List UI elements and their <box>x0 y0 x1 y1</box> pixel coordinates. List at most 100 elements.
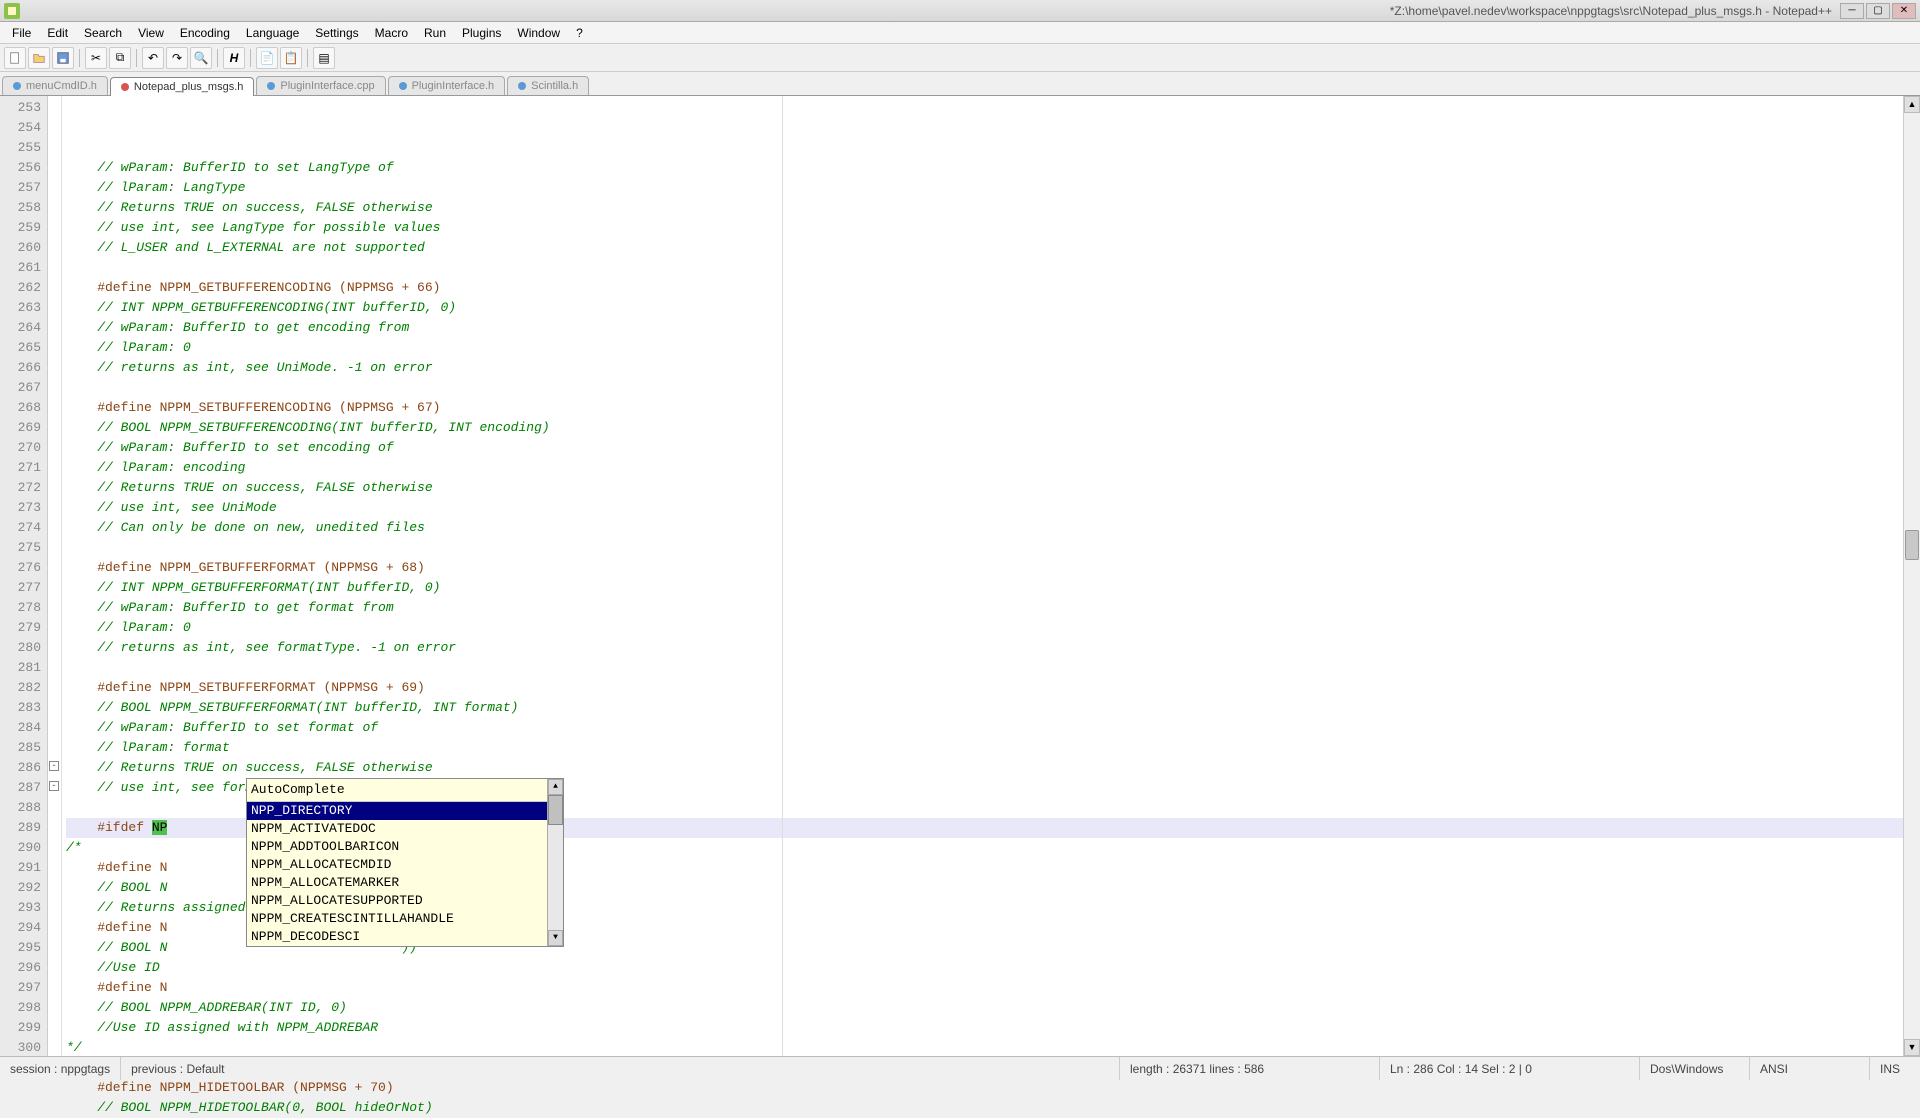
code-line[interactable]: // Returns TRUE on success, FALSE otherw… <box>66 758 1916 778</box>
menu-plugins[interactable]: Plugins <box>454 24 509 42</box>
tab-1[interactable]: Notepad_plus_msgs.h <box>110 77 254 96</box>
vertical-scrollbar[interactable]: ▲ ▼ <box>1903 96 1920 1056</box>
code-line[interactable]: #define NPPM_GETBUFFERENCODING (NPPMSG +… <box>66 278 1916 298</box>
code-content[interactable]: // wParam: BufferID to set LangType of /… <box>62 96 1920 1056</box>
autocomplete-item[interactable]: NPPM_CREATESCINTILLAHANDLE <box>247 910 547 928</box>
new-file-icon[interactable] <box>4 47 26 69</box>
autocomplete-item[interactable]: NPP_DIRECTORY <box>247 802 547 820</box>
code-line[interactable]: // lParam: 0 <box>66 338 1916 358</box>
autocomplete-item[interactable]: NPPM_ALLOCATESUPPORTED <box>247 892 547 910</box>
code-line[interactable]: //Use ID assigned with NPPM_ADDREBAR <box>66 1018 1916 1038</box>
fold-gutter[interactable]: -- <box>48 96 62 1056</box>
code-line[interactable]: // lParam: encoding <box>66 458 1916 478</box>
toolbar-btn-a[interactable]: 📄 <box>256 47 278 69</box>
menu-encoding[interactable]: Encoding <box>172 24 238 42</box>
fold-toggle-icon[interactable]: - <box>49 781 59 791</box>
code-line[interactable]: // lParam: LangType <box>66 178 1916 198</box>
code-line[interactable]: // use int, see UniMode <box>66 498 1916 518</box>
menu-edit[interactable]: Edit <box>39 24 76 42</box>
tab-3[interactable]: PluginInterface.h <box>388 76 506 95</box>
code-line[interactable]: // BOOL NPPM_SETBUFFERFORMAT(INT bufferI… <box>66 698 1916 718</box>
code-line[interactable]: #define NPPM_GETBUFFERFORMAT (NPPMSG + 6… <box>66 558 1916 578</box>
macro-record-icon[interactable]: H <box>223 47 245 69</box>
code-line[interactable]: // wParam: BufferID to get format from <box>66 598 1916 618</box>
tab-4[interactable]: Scintilla.h <box>507 76 589 95</box>
code-line[interactable] <box>66 538 1916 558</box>
minimize-button[interactable]: ─ <box>1840 3 1864 19</box>
autocomplete-item[interactable]: NPPM_ACTIVATEDOC <box>247 820 547 838</box>
tab-0[interactable]: menuCmdID.h <box>2 76 108 95</box>
code-line[interactable]: #define NPPM_SETBUFFERFORMAT (NPPMSG + 6… <box>66 678 1916 698</box>
scroll-up-icon[interactable]: ▲ <box>548 779 563 795</box>
menu-?[interactable]: ? <box>568 24 591 42</box>
scroll-down-icon[interactable]: ▼ <box>1904 1039 1920 1056</box>
maximize-button[interactable]: ▢ <box>1866 3 1890 19</box>
code-line[interactable]: // wParam: BufferID to set LangType of <box>66 158 1916 178</box>
scroll-down-icon[interactable]: ▼ <box>548 930 563 946</box>
autocomplete-item[interactable]: NPPM_ADDTOOLBARICON <box>247 838 547 856</box>
code-line[interactable]: #define NPPM_HIDETOOLBAR (NPPMSG + 70) <box>66 1078 1916 1098</box>
code-line[interactable]: // Can only be done on new, unedited fil… <box>66 518 1916 538</box>
code-line[interactable]: // BOOL NPPM_HIDETOOLBAR(0, BOOL hideOrN… <box>66 1098 1916 1118</box>
close-button[interactable]: ✕ <box>1892 3 1916 19</box>
autocomplete-item[interactable]: NPPM_ALLOCATEMARKER <box>247 874 547 892</box>
menu-run[interactable]: Run <box>416 24 454 42</box>
code-line[interactable]: // BOOL NPPM_SETBUFFERENCODING(INT buffe… <box>66 418 1916 438</box>
code-line[interactable]: // wParam: BufferID to set encoding of <box>66 438 1916 458</box>
status-bar: session : nppgtags previous : Default le… <box>0 1056 1920 1080</box>
scroll-track[interactable] <box>1904 113 1920 1039</box>
menu-view[interactable]: View <box>130 24 172 42</box>
code-line[interactable]: */ <box>66 1038 1916 1058</box>
open-file-icon[interactable] <box>28 47 50 69</box>
code-line[interactable] <box>66 258 1916 278</box>
scroll-thumb[interactable] <box>1905 530 1919 560</box>
redo-icon[interactable]: ↷ <box>166 47 188 69</box>
autocomplete-popup[interactable]: AutoCompleteNPP_DIRECTORYNPPM_ACTIVATEDO… <box>246 778 564 947</box>
code-line[interactable] <box>66 658 1916 678</box>
code-line[interactable]: // INT NPPM_GETBUFFERFORMAT(INT bufferID… <box>66 578 1916 598</box>
tab-bar: menuCmdID.hNotepad_plus_msgs.hPluginInte… <box>0 72 1920 96</box>
code-line[interactable]: // BOOL NPPM_ADDREBAR(INT ID, 0) <box>66 998 1916 1018</box>
save-file-icon[interactable] <box>52 47 74 69</box>
autocomplete-item[interactable]: NPPM_DECODESCI <box>247 928 547 946</box>
autocomplete-scrollbar[interactable]: ▲▼ <box>547 779 563 946</box>
code-line[interactable]: // use int, see LangType for possible va… <box>66 218 1916 238</box>
search-icon[interactable]: 🔍 <box>190 47 212 69</box>
code-line[interactable]: #define NPPM_SETBUFFERENCODING (NPPMSG +… <box>66 398 1916 418</box>
toolbar-btn-c[interactable]: ▤ <box>313 47 335 69</box>
menu-settings[interactable]: Settings <box>307 24 366 42</box>
code-line[interactable]: // lParam: 0 <box>66 618 1916 638</box>
code-line[interactable]: #define N <box>66 978 1916 998</box>
cut-icon[interactable]: ✂ <box>85 47 107 69</box>
menu-file[interactable]: File <box>4 24 39 42</box>
menu-language[interactable]: Language <box>238 24 307 42</box>
tab-2[interactable]: PluginInterface.cpp <box>256 76 385 95</box>
menu-window[interactable]: Window <box>509 24 568 42</box>
menu-search[interactable]: Search <box>76 24 130 42</box>
undo-icon[interactable]: ↶ <box>142 47 164 69</box>
tab-status-icon <box>121 83 129 91</box>
autocomplete-item[interactable]: NPPM_ALLOCATECMDID <box>247 856 547 874</box>
status-position: Ln : 286 Col : 14 Sel : 2 | 0 <box>1380 1057 1640 1080</box>
tab-status-icon <box>518 82 526 90</box>
code-line[interactable] <box>66 378 1916 398</box>
copy-icon[interactable]: ⧉ <box>109 47 131 69</box>
scroll-thumb[interactable] <box>548 795 563 825</box>
code-line[interactable]: // INT NPPM_GETBUFFERENCODING(INT buffer… <box>66 298 1916 318</box>
code-line[interactable]: // L_USER and L_EXTERNAL are not support… <box>66 238 1916 258</box>
fold-toggle-icon[interactable]: - <box>49 761 59 771</box>
menu-bar: FileEditSearchViewEncodingLanguageSettin… <box>0 22 1920 44</box>
scroll-up-icon[interactable]: ▲ <box>1904 96 1920 113</box>
toolbar-btn-b[interactable]: 📋 <box>280 47 302 69</box>
code-line[interactable]: // wParam: BufferID to set format of <box>66 718 1916 738</box>
menu-macro[interactable]: Macro <box>367 24 416 42</box>
code-line[interactable]: // wParam: BufferID to get encoding from <box>66 318 1916 338</box>
code-line[interactable]: // Returns TRUE on success, FALSE otherw… <box>66 198 1916 218</box>
code-line[interactable]: // Returns TRUE on success, FALSE otherw… <box>66 478 1916 498</box>
editor-area[interactable]: 2532542552562572582592602612622632642652… <box>0 96 1920 1056</box>
code-line[interactable]: // returns as int, see UniMode. -1 on er… <box>66 358 1916 378</box>
code-line[interactable]: //Use ID <box>66 958 1916 978</box>
code-line[interactable]: // returns as int, see formatType. -1 on… <box>66 638 1916 658</box>
tab-status-icon <box>399 82 407 90</box>
code-line[interactable]: // lParam: format <box>66 738 1916 758</box>
